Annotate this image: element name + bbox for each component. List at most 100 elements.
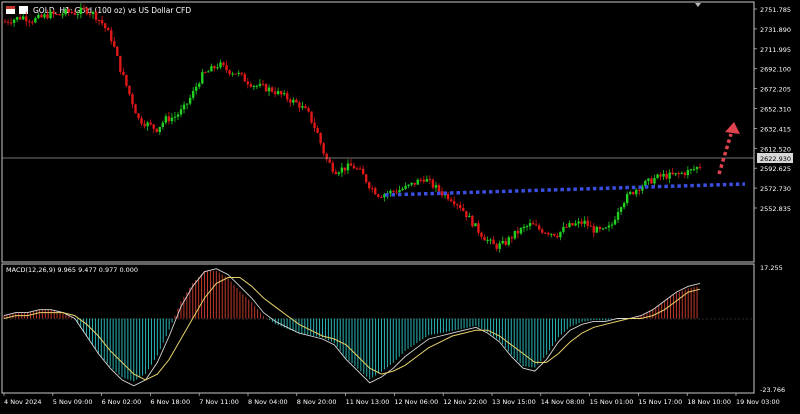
shift-marker-icon[interactable] xyxy=(695,3,701,7)
candle-body xyxy=(143,123,146,127)
candle-body xyxy=(507,237,510,245)
time-label: 8 Nov 20:00 xyxy=(297,398,337,406)
candle-body xyxy=(97,19,101,21)
candle-body xyxy=(647,178,650,181)
projection-arrow[interactable] xyxy=(717,122,740,175)
candle-body xyxy=(650,178,653,184)
candle-body xyxy=(219,62,222,68)
candle-body xyxy=(176,114,180,117)
candle-body xyxy=(553,233,556,236)
candle-body xyxy=(659,174,662,177)
candle-body xyxy=(283,93,286,95)
candle-body xyxy=(377,194,380,197)
candle-body xyxy=(15,17,19,20)
candle-body xyxy=(468,215,471,218)
candle-body xyxy=(465,211,468,218)
candle-body xyxy=(3,21,7,23)
candle-body xyxy=(179,109,183,115)
candle-body xyxy=(164,116,168,123)
candle-body xyxy=(191,90,195,98)
candle-body xyxy=(544,232,547,234)
candle-body xyxy=(28,21,31,23)
candle-body xyxy=(298,102,301,108)
candle-body xyxy=(434,185,438,188)
candle-body xyxy=(264,84,268,92)
candle-body xyxy=(449,199,453,202)
candle-body xyxy=(328,159,331,163)
candle-body xyxy=(625,193,629,204)
candles-layer xyxy=(3,3,702,253)
candle-body xyxy=(213,66,216,69)
candle-body xyxy=(340,167,344,173)
candle-body xyxy=(662,173,665,177)
candle-body xyxy=(589,225,592,227)
candle-body xyxy=(413,182,416,185)
candle-body xyxy=(325,153,328,160)
time-axis: 4 Nov 2024 5 Nov 09:00 6 Nov 02:00 6 Nov 18… xyxy=(3,393,780,406)
candle-body xyxy=(295,99,298,103)
candle-body xyxy=(61,14,64,16)
price-label: 2652.310 xyxy=(760,106,791,114)
candle-body xyxy=(185,103,189,105)
candle-body xyxy=(49,11,52,19)
price-label: 2552.835 xyxy=(760,205,791,213)
candle-body xyxy=(73,12,77,15)
candle-body xyxy=(110,30,113,42)
candle-body xyxy=(471,215,474,227)
candle-body xyxy=(37,14,40,19)
candle-body xyxy=(431,179,435,188)
candle-body xyxy=(692,169,696,171)
candle-body xyxy=(31,22,34,24)
candle-body xyxy=(70,11,73,13)
candle-body xyxy=(146,122,149,127)
price-chart[interactable]: GOLD, H1: Gold (100 oz) vs US Dollar CFD… xyxy=(0,0,800,410)
candle-body xyxy=(547,232,550,235)
candle-body xyxy=(237,72,240,74)
candle-body xyxy=(656,174,659,179)
candle-body xyxy=(279,91,283,95)
candle-body xyxy=(6,21,10,23)
candle-body xyxy=(380,196,383,198)
candle-body xyxy=(401,188,404,190)
candle-body xyxy=(489,239,492,241)
candle-body xyxy=(228,70,231,75)
candle-body xyxy=(64,9,67,15)
candle-body xyxy=(9,22,13,24)
price-label: 2711.995 xyxy=(760,46,791,54)
candle-body xyxy=(501,241,504,244)
candle-body xyxy=(459,204,462,209)
candle-body xyxy=(374,188,377,195)
chart-type-icon[interactable] xyxy=(19,6,28,14)
candle-body xyxy=(416,179,419,185)
candle-body xyxy=(22,16,25,20)
candle-body xyxy=(410,182,413,185)
candle-body xyxy=(152,124,155,129)
price-label: 2692.100 xyxy=(760,66,791,74)
candle-body xyxy=(422,179,426,182)
candle-body xyxy=(622,203,626,208)
candle-body xyxy=(231,73,234,75)
candle-body xyxy=(580,221,583,224)
candle-body xyxy=(76,14,80,16)
candle-body xyxy=(222,62,225,66)
macd-axis-top: 17.255 xyxy=(760,264,783,272)
candle-body xyxy=(486,239,489,241)
candle-body xyxy=(270,87,274,92)
candle-body xyxy=(556,235,559,238)
candle-body xyxy=(477,223,480,233)
candle-body xyxy=(613,219,617,225)
candle-body xyxy=(364,174,368,183)
candle-body xyxy=(632,192,635,195)
candle-body xyxy=(246,81,249,85)
candle-body xyxy=(234,73,237,75)
candle-body xyxy=(428,179,432,181)
candle-body xyxy=(528,223,532,227)
candle-body xyxy=(137,113,140,119)
candle-body xyxy=(480,232,483,237)
candle-body xyxy=(674,173,677,175)
candle-body xyxy=(82,7,86,9)
candle-body xyxy=(686,170,690,176)
candle-body xyxy=(170,117,174,122)
candle-body xyxy=(607,225,611,228)
candle-body xyxy=(559,231,562,238)
